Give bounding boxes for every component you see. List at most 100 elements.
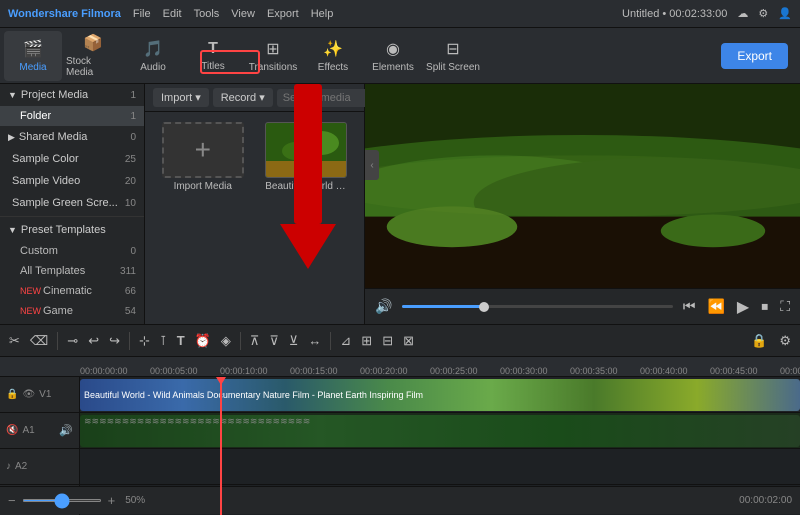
import-chevron-icon: ▾ [195,91,201,104]
sidebar-shared-media[interactable]: ▶ Shared Media 0 [0,126,144,148]
track-volume-icon[interactable]: 🔊 [59,424,73,437]
tl-speed[interactable]: ⊼ [247,331,263,351]
game-count: 54 [125,306,136,317]
audio-clip[interactable]: ≋≋≋≋≋≋≋≋≋≋≋≋≋≋≋≋≋≋≋≋≋≋≋≋≋≋≋≋≋≋ [80,415,800,447]
sample-green-count: 10 [125,198,136,209]
toolbar-elements[interactable]: ◉ Elements [364,31,422,81]
timeline-ruler: 00:00:00:00 00:00:05:00 00:00:10:00 00:0… [0,357,800,377]
tl-undo[interactable]: ↩ [85,331,102,351]
clip-label: Beautiful World - Wild Animals Documenta… [80,390,427,400]
app-logo: Wondershare Filmora [8,8,121,20]
playhead[interactable] [220,377,222,515]
timeline-area: ✂ ⌫ ⊸ ↩ ↪ ⊹ ⊺ T ⏰ ◈ ⊼ ⊽ ⊻ ↔ ⊿ ⊞ ⊟ ⊠ 🔒 ⚙ … [0,324,800,514]
track-audio-icon[interactable]: 🔇 [6,425,18,436]
import-label-text: Import Media [174,181,232,192]
top-bar: Wondershare Filmora File Edit Tools View… [0,0,800,28]
tl-time[interactable]: ⏰ [192,331,214,351]
tl-zoom-in[interactable]: + [108,493,116,508]
menu-tools[interactable]: Tools [194,8,220,20]
rewind-button[interactable]: ⏮ [681,296,698,317]
toolbar-effects-label: Effects [318,62,348,73]
shared-media-label: Shared Media [19,131,88,143]
preview-scene-svg [365,84,800,288]
toolbar-effects[interactable]: ✨ Effects [304,31,362,81]
sidebar-sample-green[interactable]: Sample Green Scre... 10 [0,192,144,214]
sidebar-item-game[interactable]: NEW Game 54 [0,301,144,321]
sidebar-divider [0,216,144,217]
settings-icon[interactable]: ⚙ [758,7,768,20]
project-media-label: Project Media [21,89,88,101]
toolbar-split-screen[interactable]: ⊟ Split Screen [424,31,482,81]
media-panel: Import ▾ Record ▾ ▽ ⊞ + Import Media [145,84,365,324]
toolbar-titles[interactable]: T Titles [184,31,242,81]
new-badge-cinematic: NEW [20,286,41,296]
fullscreen-button[interactable]: ⛶ [778,296,792,317]
sidebar-item-cinematic[interactable]: NEW Cinematic 66 [0,281,144,301]
track-music-icon[interactable]: ♪ [6,461,11,472]
play-button[interactable]: ▶ [735,295,751,319]
menu-file[interactable]: File [133,8,151,20]
sidebar-sample-color[interactable]: Sample Color 25 [0,148,144,170]
video-clip[interactable]: Beautiful World - Wild Animals Documenta… [80,379,800,411]
title-bar-right: Untitled • 00:02:33:00 ☁ ⚙ 👤 [622,7,792,20]
preview-progress-thumb [479,302,489,312]
ruler-mark-9: 00:00:45:00 [710,366,758,376]
tl-sep4 [330,332,331,350]
user-icon[interactable]: 👤 [778,7,792,20]
tl-text[interactable]: T [174,331,188,350]
menu-edit[interactable]: Edit [163,8,182,20]
tl-freeze[interactable]: ⊠ [400,331,417,351]
tl-crop[interactable]: ⊽ [266,331,282,351]
track-a1-label: A1 [22,425,34,436]
sidebar-preset-templates[interactable]: ▼ Preset Templates [0,219,144,241]
track-lock-icon[interactable]: 🔒 [6,389,18,400]
menu-help[interactable]: Help [311,8,334,20]
tl-redo[interactable]: ↪ [106,331,123,351]
import-button[interactable]: Import ▾ [153,88,209,107]
toolbar-transitions[interactable]: ⊞ Transitions [244,31,302,81]
menu-view[interactable]: View [231,8,255,20]
sidebar-item-custom[interactable]: Custom 0 [0,241,144,261]
sidebar-item-all-templates[interactable]: All Templates 311 [0,261,144,281]
zoom-level: 50% [125,495,145,506]
tl-select[interactable]: ⊹ [136,331,153,351]
tl-lock[interactable]: 🔒 [748,331,770,351]
stop-button[interactable]: ⏹ [759,296,770,317]
menu-export[interactable]: Export [267,8,299,20]
tl-transition[interactable]: ⊿ [337,331,354,351]
preview-controls: 🔊 ⏮ ⏪ ▶ ⏹ ⛶ [365,288,800,324]
ruler-mark-4: 00:00:20:00 [360,366,408,376]
step-back-button[interactable]: ⏪ [705,296,726,317]
track-eye-icon[interactable]: 👁 [22,389,35,400]
tl-clone[interactable]: ⊟ [379,331,396,351]
sidebar-sample-video[interactable]: Sample Video 20 [0,170,144,192]
sidebar-project-media[interactable]: ▼ Project Media 1 [0,84,144,106]
tl-magnet[interactable]: ⊸ [64,331,81,351]
ruler-mark-10: 00:00:50:00 [780,366,800,376]
zoom-slider[interactable] [22,499,102,502]
export-button[interactable]: Export [721,43,788,69]
tl-marker[interactable]: ◈ [218,331,234,351]
tl-razor[interactable]: ⊺ [157,331,170,351]
tl-settings[interactable]: ⚙ [776,331,794,351]
split-screen-icon: ⊟ [446,39,459,59]
video-media-item[interactable]: ▶ ✓ Beautiful World - Wild A... [259,122,355,192]
toolbar-media[interactable]: 🎬 Media [4,31,62,81]
toolbar-stock-media[interactable]: 📦 Stock Media [64,31,122,81]
arrow-icon6: ▼ [8,225,17,235]
tl-delete[interactable]: ⌫ [27,331,51,351]
tl-group[interactable]: ↔ [305,331,324,350]
transitions-icon: ⊞ [266,39,279,59]
preview-progress[interactable] [402,305,672,308]
tl-pip[interactable]: ⊞ [358,331,375,351]
preview-background [365,84,800,288]
record-button[interactable]: Record ▾ [213,88,273,107]
tl-audio-detach[interactable]: ⊻ [286,331,302,351]
collapse-tab[interactable]: ‹ [365,150,379,180]
tl-blade-tool[interactable]: ✂ [6,331,23,351]
volume-button[interactable]: 🔊 [373,296,394,317]
sidebar-item-folder[interactable]: Folder 1 [0,106,144,126]
toolbar-audio[interactable]: 🎵 Audio [124,31,182,81]
import-media-item[interactable]: + Import Media [155,122,251,192]
tl-zoom-out[interactable]: − [8,493,16,508]
